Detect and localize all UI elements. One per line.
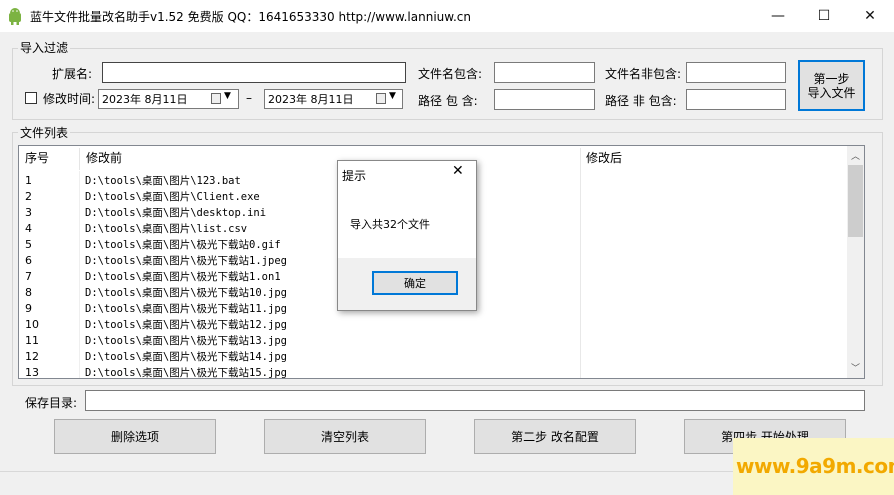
path-exclude-input[interactable]: [686, 89, 786, 110]
android-app-icon: [9, 8, 21, 25]
column-header-index[interactable]: 序号: [25, 146, 79, 171]
path-include-label: 路径 包 含:: [418, 94, 478, 108]
table-row[interactable]: 13 D:\tools\桌面\图片\极光下载站15.jpg: [19, 365, 845, 379]
minimize-button[interactable]: —: [755, 0, 801, 32]
dialog-message: 导入共32个文件: [350, 218, 430, 231]
calendar-icon: [376, 93, 386, 104]
row-index: 6: [25, 254, 32, 267]
table-row[interactable]: 11 D:\tools\桌面\图片\极光下载站13.jpg: [19, 333, 845, 349]
info-dialog: 提示 ✕ 导入共32个文件 确定: [337, 160, 477, 311]
row-before-path: D:\tools\桌面\图片\极光下载站15.jpg: [85, 367, 287, 379]
row-before-path: D:\tools\桌面\图片\list.csv: [85, 223, 248, 235]
row-index: 9: [25, 302, 32, 315]
scroll-up-icon[interactable]: ︿: [851, 149, 860, 162]
dropdown-arrow-icon: ▼: [389, 91, 396, 101]
scroll-down-icon[interactable]: ﹀: [851, 361, 860, 374]
row-before-path: D:\tools\桌面\图片\极光下载站1.jpeg: [85, 255, 287, 267]
save-dir-label: 保存目录:: [25, 396, 78, 410]
window-title: 蓝牛文件批量改名助手v1.52 免费版 QQ：1641653330 http:/…: [30, 10, 471, 24]
calendar-icon: [211, 93, 221, 104]
dialog-title: 提示: [342, 169, 367, 183]
name-include-label: 文件名包含:: [418, 67, 483, 81]
extension-input[interactable]: [102, 62, 406, 83]
row-before-path: D:\tools\桌面\图片\极光下载站13.jpg: [85, 335, 287, 347]
watermark-banner: www.9a9m.com: [733, 438, 894, 495]
row-index: 3: [25, 206, 32, 219]
row-index: 1: [25, 174, 32, 187]
row-index: 5: [25, 238, 32, 251]
row-before-path: D:\tools\桌面\图片\Client.exe: [85, 191, 260, 203]
row-before-path: D:\tools\桌面\图片\desktop.ini: [85, 207, 267, 219]
vertical-scrollbar[interactable]: ︿ ﹀: [847, 146, 864, 378]
column-header-before[interactable]: 修改前: [86, 146, 566, 171]
row-before-path: D:\tools\桌面\图片\极光下载站0.gif: [85, 239, 281, 251]
step1-import-button[interactable]: 第一步 导入文件: [798, 60, 865, 111]
close-button[interactable]: ✕: [847, 0, 893, 32]
step1-line2: 导入文件: [807, 85, 856, 100]
modify-time-label: 修改时间:: [43, 92, 96, 106]
row-before-path: D:\tools\桌面\图片\极光下载站10.jpg: [85, 287, 287, 299]
title-bar: 蓝牛文件批量改名助手v1.52 免费版 QQ：1641653330 http:/…: [0, 0, 894, 32]
dialog-close-icon[interactable]: ✕: [452, 163, 464, 179]
row-before-path: D:\tools\桌面\图片\123.bat: [85, 175, 241, 187]
row-index: 11: [25, 334, 39, 347]
import-filter-title: 导入过滤: [18, 39, 71, 56]
row-index: 2: [25, 190, 32, 203]
name-exclude-label: 文件名非包含:: [605, 67, 682, 81]
watermark-text: www.9a9m.com: [736, 454, 894, 478]
row-index: 13: [25, 366, 39, 379]
row-before-path: D:\tools\桌面\图片\极光下载站11.jpg: [85, 303, 287, 315]
delete-selection-button[interactable]: 删除选项: [54, 419, 216, 454]
row-before-path: D:\tools\桌面\图片\极光下载站1.on1: [85, 271, 281, 283]
row-index: 8: [25, 286, 32, 299]
row-before-path: D:\tools\桌面\图片\极光下载站14.jpg: [85, 351, 287, 363]
date-from-value: 2023年 8月11日: [102, 93, 188, 106]
path-exclude-label: 路径 非 包含:: [605, 94, 677, 108]
name-include-input[interactable]: [494, 62, 595, 83]
clear-list-button[interactable]: 清空列表: [264, 419, 426, 454]
dropdown-arrow-icon: ▼: [224, 91, 231, 101]
row-index: 10: [25, 318, 39, 331]
date-separator: –: [246, 91, 252, 105]
table-row[interactable]: 12 D:\tools\桌面\图片\极光下载站14.jpg: [19, 349, 845, 365]
row-index: 4: [25, 222, 32, 235]
modify-time-checkbox[interactable]: [25, 92, 37, 104]
date-to-picker[interactable]: 2023年 8月11日 ▼: [264, 89, 403, 109]
header-divider: [79, 148, 80, 170]
save-dir-input[interactable]: [85, 390, 865, 411]
row-index: 12: [25, 350, 39, 363]
column-header-after[interactable]: 修改后: [586, 146, 786, 171]
maximize-button[interactable]: ☐: [801, 0, 847, 32]
step1-line1: 第一步: [813, 71, 850, 86]
scrollbar-thumb[interactable]: [848, 165, 863, 237]
table-row[interactable]: 10 D:\tools\桌面\图片\极光下载站12.jpg: [19, 317, 845, 333]
name-exclude-input[interactable]: [686, 62, 786, 83]
row-index: 7: [25, 270, 32, 283]
path-include-input[interactable]: [494, 89, 595, 110]
date-from-picker[interactable]: 2023年 8月11日 ▼: [98, 89, 239, 109]
date-to-value: 2023年 8月11日: [268, 93, 354, 106]
dialog-ok-button[interactable]: 确定: [372, 271, 458, 295]
extension-label: 扩展名:: [52, 67, 93, 81]
step2-rename-config-button[interactable]: 第二步 改名配置: [474, 419, 636, 454]
file-list-title: 文件列表: [18, 124, 71, 141]
dialog-footer: 确定: [338, 258, 476, 310]
row-before-path: D:\tools\桌面\图片\极光下载站12.jpg: [85, 319, 287, 331]
